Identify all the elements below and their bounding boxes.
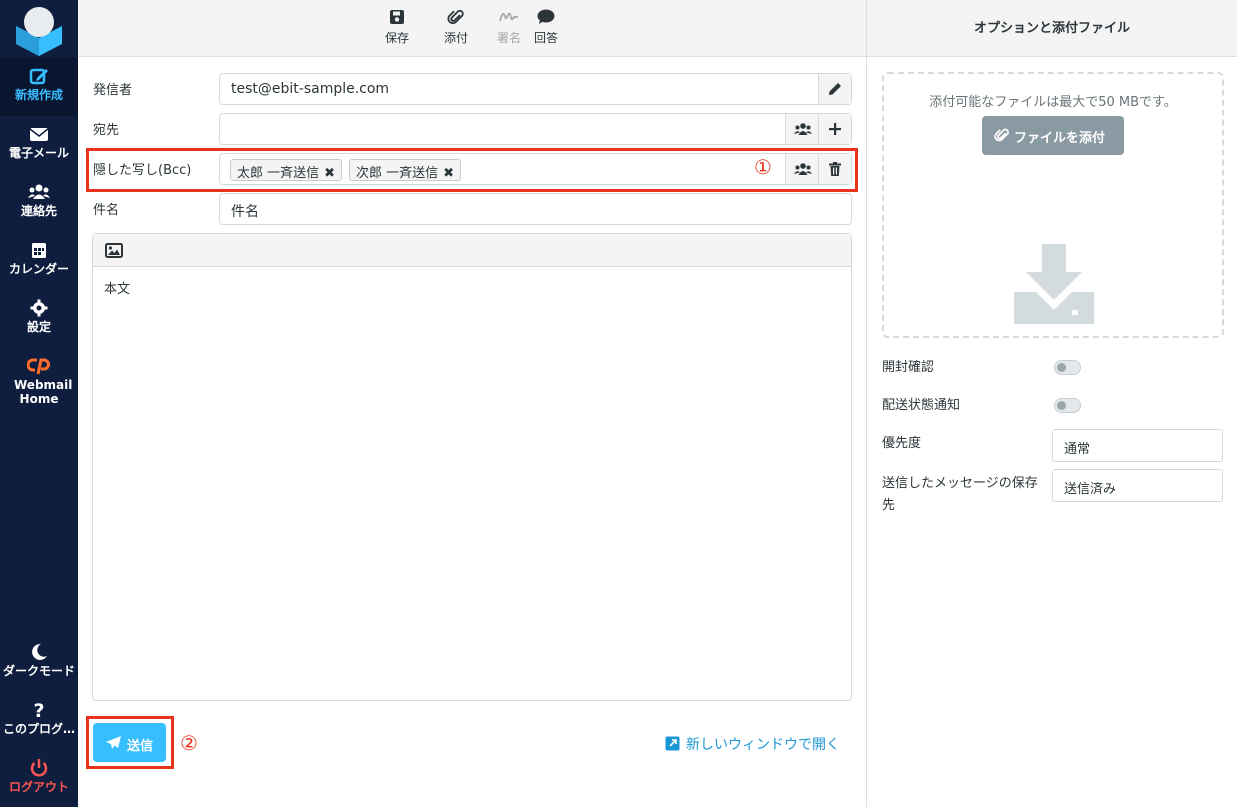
compose-icon — [29, 68, 48, 85]
responses-button[interactable]: 回答 — [524, 8, 568, 46]
calendar-icon — [32, 243, 46, 258]
priority-select[interactable]: 通常 — [1052, 429, 1223, 462]
external-link-icon — [665, 736, 680, 751]
sidebar-item-label: 連絡先 — [20, 204, 57, 218]
from-value: test@ebit-sample.com — [231, 81, 390, 97]
attach-file-button[interactable]: ファイルを添付 — [982, 116, 1124, 155]
attachment-dropzone[interactable]: 添付可能なファイルは最大で50 MBです。 ファイルを添付 — [882, 72, 1224, 338]
save-button[interactable]: 保存 — [375, 8, 419, 46]
pencil-icon — [829, 83, 841, 95]
power-icon — [30, 759, 48, 777]
sidebar-item-calendar[interactable]: カレンダー — [0, 232, 78, 290]
delivery-status-label: 配送状態通知 — [882, 398, 961, 413]
signature-icon — [499, 12, 518, 22]
cpanel-icon — [27, 358, 50, 375]
message-editor[interactable]: 本文 — [92, 233, 852, 701]
add-header-button[interactable] — [818, 114, 851, 144]
annotation-marker-2: ② — [180, 731, 198, 755]
sidebar-item-label: Webmail Home — [14, 378, 73, 406]
roundcube-logo-icon — [12, 4, 66, 58]
download-icon — [1014, 244, 1094, 324]
sidebar-item-contacts[interactable]: 連絡先 — [0, 174, 78, 232]
sidebar-item-mail[interactable]: 電子メール — [0, 116, 78, 174]
read-receipt-label: 開封確認 — [882, 360, 935, 375]
sidebar-item-label: ログアウト — [8, 780, 69, 794]
sidebar-item-dark-mode[interactable]: ダークモード — [0, 634, 78, 692]
body-placeholder: 本文 — [104, 282, 131, 297]
sidebar-item-about[interactable]: ? このプログ… — [0, 692, 78, 750]
from-field[interactable]: test@ebit-sample.com — [219, 73, 852, 105]
read-receipt-toggle[interactable] — [1054, 360, 1081, 375]
to-label: 宛先 — [93, 123, 120, 138]
svg-text:?: ? — [33, 700, 44, 720]
save-sent-select[interactable]: 送信済み — [1052, 469, 1223, 502]
subject-label: 件名 — [93, 203, 120, 218]
open-new-window-link[interactable]: 新しいウィンドウで開く — [665, 734, 840, 754]
comment-icon — [537, 9, 555, 24]
plus-icon — [829, 123, 841, 135]
attach-button[interactable]: 添付 — [434, 8, 478, 46]
paperclip-icon — [994, 128, 1009, 142]
options-panel-title: オプションと添付ファイル — [867, 0, 1237, 57]
priority-label: 優先度 — [882, 436, 922, 451]
envelope-icon — [29, 128, 49, 141]
editor-toolbar — [93, 234, 851, 267]
paperclip-icon — [447, 9, 464, 25]
gear-icon — [30, 299, 48, 317]
attachment-size-hint: 添付可能なファイルは最大で50 MBです。 — [929, 95, 1177, 110]
sidebar-item-label: このプログ… — [2, 722, 75, 736]
sidebar-item-webmail-home[interactable]: Webmail Home — [0, 348, 78, 414]
sidebar-item-label: 電子メール — [8, 146, 69, 160]
sidebar: 新規作成 電子メール 連絡先 カレンダー 設定 Webmail Home ダーク… — [0, 0, 78, 807]
to-field[interactable] — [219, 113, 852, 145]
question-icon: ? — [33, 700, 44, 720]
to-contacts-button[interactable] — [785, 114, 818, 144]
edit-identity-button[interactable] — [818, 74, 851, 104]
save-sent-label: 送信したメッセージの保存先 — [882, 476, 1038, 513]
options-panel: オプションと添付ファイル 添付可能なファイルは最大で50 MBです。 ファイルを… — [866, 0, 1237, 807]
sidebar-item-label: ダークモード — [2, 664, 75, 678]
sidebar-item-settings[interactable]: 設定 — [0, 290, 78, 348]
highlight-box-bcc — [86, 148, 858, 192]
compose-toolbar: 保存 添付 署名 回答 — [78, 0, 866, 57]
moon-icon — [32, 643, 47, 660]
delivery-status-toggle[interactable] — [1054, 398, 1081, 413]
users-icon — [28, 184, 50, 199]
from-label: 発信者 — [93, 83, 133, 98]
highlight-box-send — [86, 716, 174, 769]
sidebar-item-label: 新規作成 — [14, 88, 63, 102]
subject-input[interactable]: 件名 — [219, 193, 852, 225]
sidebar-item-logout[interactable]: ログアウト — [0, 750, 78, 807]
sidebar-item-compose[interactable]: 新規作成 — [0, 58, 78, 116]
subject-placeholder: 件名 — [231, 204, 259, 220]
sidebar-item-label: 設定 — [26, 320, 51, 334]
save-icon — [390, 10, 404, 24]
sidebar-item-label: カレンダー — [8, 262, 69, 276]
image-icon[interactable] — [105, 243, 123, 258]
users-icon — [794, 123, 812, 135]
annotation-marker-1: ① — [754, 155, 772, 179]
